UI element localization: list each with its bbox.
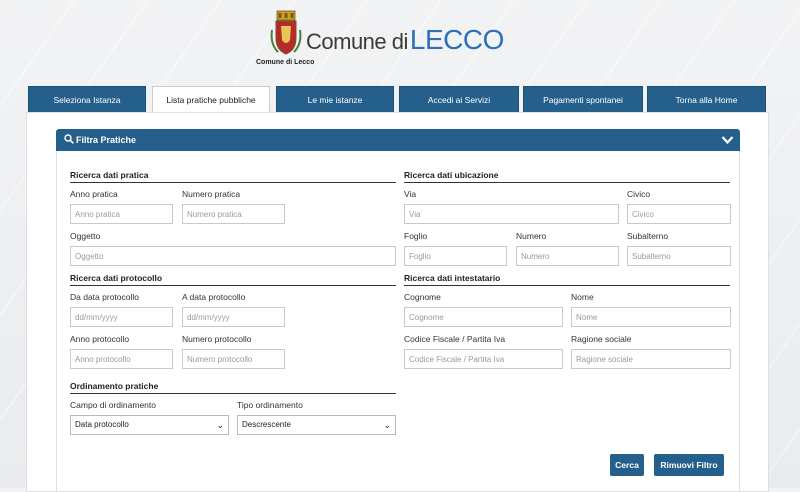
section-ricerca-dati-intestatario: Ricerca dati intestatario <box>404 273 730 286</box>
tab-lista-pratiche-pubbliche[interactable]: Lista pratiche pubbliche <box>152 86 270 114</box>
foglio-input[interactable] <box>404 246 507 266</box>
filter-panel-header[interactable]: Filtra Pratiche <box>56 129 740 151</box>
campo-ordinamento-select[interactable]: Data protocollo ⌄ <box>70 415 229 435</box>
municipality-crest <box>270 10 302 58</box>
ragione-sociale-input[interactable] <box>571 349 731 369</box>
cerca-button[interactable]: Cerca <box>610 454 644 476</box>
via-label: Via <box>404 189 417 199</box>
numero-protocollo-input[interactable] <box>182 349 285 369</box>
numero-pratica-label: Numero pratica <box>182 189 241 199</box>
ragione-sociale-label: Ragione sociale <box>571 334 632 344</box>
numero-input[interactable] <box>516 246 619 266</box>
tab-accedi-ai-servizi[interactable]: Accedi ai Servizi <box>399 86 519 113</box>
brand-prefix: Comune di <box>306 29 408 54</box>
nome-label: Nome <box>571 292 594 302</box>
tab-le-mie-istanze[interactable]: Le mie istanze <box>276 86 394 113</box>
search-icon <box>64 134 74 146</box>
crest-caption: Comune di Lecco <box>256 59 315 66</box>
section-ricerca-dati-ubicazione: Ricerca dati ubicazione <box>404 170 730 183</box>
site-brand[interactable]: Comune diLECCO <box>306 24 504 56</box>
chevron-down-icon[interactable] <box>721 134 734 148</box>
tipo-ordinamento-select[interactable]: Descrescente ⌄ <box>237 415 396 435</box>
cognome-input[interactable] <box>404 307 563 327</box>
chevron-down-icon: ⌄ <box>383 420 391 430</box>
tipo-ordinamento-value: Descrescente <box>242 420 291 429</box>
cognome-label: Cognome <box>404 292 441 302</box>
oggetto-input[interactable] <box>70 246 396 266</box>
a-data-protocollo-input[interactable] <box>182 307 285 327</box>
anno-pratica-label: Anno pratica <box>70 189 118 199</box>
tab-torna-alla-home[interactable]: Torna alla Home <box>647 86 766 113</box>
da-data-protocollo-input[interactable] <box>70 307 173 327</box>
campo-ordinamento-value: Data protocollo <box>75 420 129 429</box>
tab-pagamenti-spontanei[interactable]: Pagamenti spontanei <box>523 86 643 113</box>
foglio-label: Foglio <box>404 231 428 241</box>
subalterno-label: Subalterno <box>627 231 669 241</box>
anno-protocollo-input[interactable] <box>70 349 173 369</box>
section-ricerca-dati-pratica: Ricerca dati pratica <box>70 170 396 183</box>
numero-pratica-input[interactable] <box>182 204 285 224</box>
section-ordinamento-pratiche: Ordinamento pratiche <box>70 381 396 394</box>
numero-protocollo-label: Numero protocollo <box>182 334 252 344</box>
anno-protocollo-label: Anno protocollo <box>70 334 130 344</box>
anno-pratica-input[interactable] <box>70 204 173 224</box>
tipo-ordinamento-label: Tipo ordinamento <box>237 400 303 410</box>
rimuovi-filtro-button[interactable]: Rimuovi Filtro <box>654 454 724 476</box>
brand-city: LECCO <box>409 24 504 55</box>
civico-label: Civico <box>627 189 651 199</box>
chevron-down-icon: ⌄ <box>216 420 224 430</box>
civico-input[interactable] <box>627 204 731 224</box>
tab-seleziona-istanza[interactable]: Seleziona Istanza <box>28 86 146 113</box>
via-input[interactable] <box>404 204 619 224</box>
oggetto-label: Oggetto <box>70 231 101 241</box>
nome-input[interactable] <box>571 307 731 327</box>
filter-panel-title: Filtra Pratiche <box>76 135 137 145</box>
codice-fiscale-input[interactable] <box>404 349 563 369</box>
subalterno-input[interactable] <box>627 246 731 266</box>
campo-ordinamento-label: Campo di ordinamento <box>70 400 156 410</box>
codice-fiscale-label: Codice Fiscale / Partita Iva <box>404 334 506 344</box>
da-data-protocollo-label: Da data protocollo <box>70 292 139 302</box>
numero-label: Numero <box>516 231 547 241</box>
section-ricerca-dati-protocollo: Ricerca dati protocollo <box>70 273 396 286</box>
a-data-protocollo-label: A data protocollo <box>182 292 246 302</box>
